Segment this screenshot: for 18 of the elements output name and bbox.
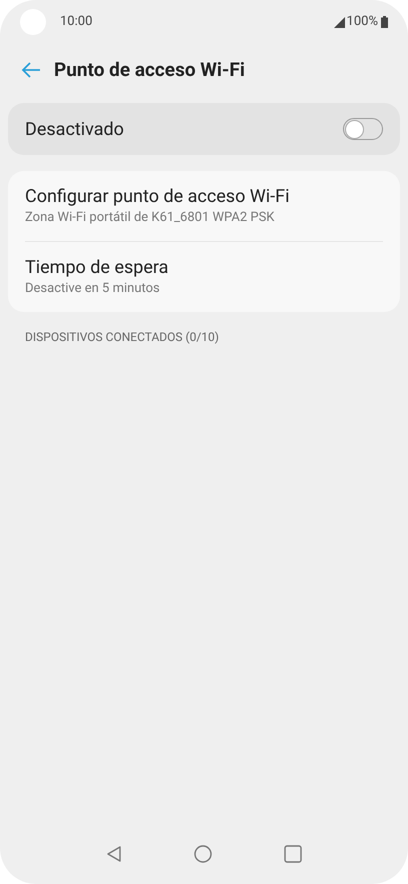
page-title: Punto de acceso Wi-Fi <box>54 56 245 83</box>
settings-item[interactable]: Tiempo de espera Desactive en 5 minutos <box>25 241 383 312</box>
item-title: Tiempo de espera <box>25 256 170 280</box>
back-nav-button[interactable] <box>106 845 122 863</box>
toggle-label: Desactivado <box>25 118 124 142</box>
settings-item[interactable]: Configurar punto de acceso Wi-Fi Zona Wi-Fi portátil de K61_6801 WPA2 PSK <box>25 171 383 241</box>
battery-icon <box>381 16 388 28</box>
toggle-switch[interactable] <box>343 118 383 140</box>
hotspot-toggle-row[interactable]: Desactivado <box>8 103 400 155</box>
status-time: 10:00 <box>60 13 92 32</box>
signal-icon <box>334 16 345 28</box>
recents-nav-button[interactable] <box>284 845 302 863</box>
battery-percent: 100% <box>346 13 378 32</box>
item-title: Configurar punto de acceso Wi-Fi <box>25 185 290 209</box>
section-header: DISPOSITIVOS CONECTADOS (0/10) <box>25 329 220 346</box>
item-subtitle: Zona Wi-Fi portátil de K61_6801 WPA2 PSK <box>25 209 276 227</box>
item-subtitle: Desactive en 5 minutos <box>25 280 161 298</box>
home-nav-button[interactable] <box>194 845 212 863</box>
